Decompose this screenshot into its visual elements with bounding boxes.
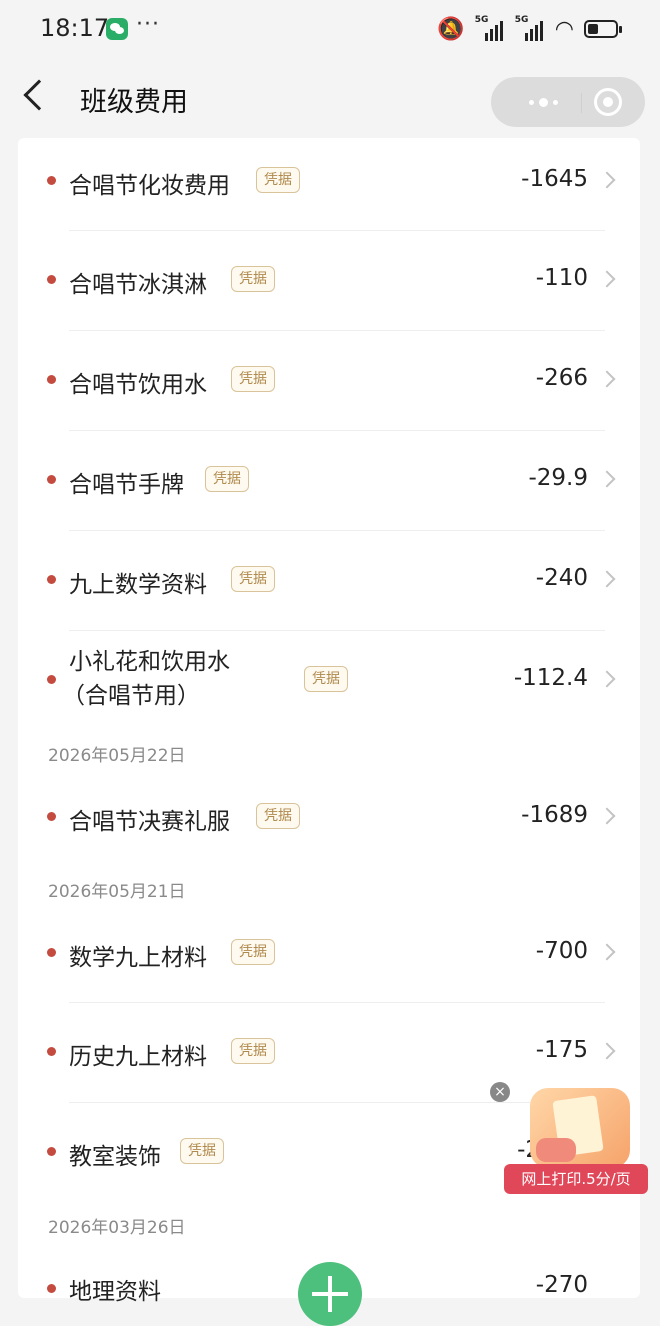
expense-item[interactable]: 合唱节饮用水 凭据 -266 [18, 331, 640, 430]
expense-name-line1: 小礼花和饮用水 [69, 649, 230, 675]
expense-item[interactable]: 九上数学资料 凭据 -240 [18, 531, 640, 630]
receipt-tag[interactable]: 凭据 [231, 366, 275, 392]
expense-name: 合唱节手牌 [69, 472, 184, 498]
expense-amount: -270 [535, 1272, 588, 1298]
capsule-divider [581, 93, 582, 113]
print-ad-banner[interactable]: × 网上打印.5分/页 [490, 1082, 648, 1202]
receipt-tag[interactable]: 凭据 [304, 666, 348, 692]
receipt-tag[interactable]: 凭据 [256, 803, 300, 829]
date-header: 2026年03月26日 [48, 1218, 186, 1238]
signal-icon-2: 5G [515, 15, 545, 41]
bullet-dot [47, 1284, 56, 1293]
bullet-dot [47, 375, 56, 384]
status-bar: 18:17 ··· 🔕 5G 5G ◠ [0, 0, 660, 60]
expense-item[interactable]: 小礼花和饮用水 （合唱节用） 凭据 -112.4 [18, 631, 640, 731]
bullet-dot [47, 948, 56, 957]
back-icon[interactable] [23, 79, 55, 111]
chevron-right-icon [598, 1042, 616, 1060]
expense-name: 九上数学资料 [69, 572, 207, 598]
date-header: 2026年05月22日 [48, 746, 186, 766]
expense-amount: -266 [535, 365, 588, 391]
bullet-dot [47, 275, 56, 284]
capsule-menu-icon[interactable] [513, 77, 573, 127]
expense-name: 合唱节饮用水 [69, 372, 207, 398]
expense-amount: -1645 [521, 166, 588, 192]
print-ad-image [530, 1088, 630, 1168]
expense-item[interactable]: 合唱节手牌 凭据 -29.9 [18, 431, 640, 530]
chevron-right-icon [598, 470, 616, 488]
receipt-tag[interactable]: 凭据 [180, 1138, 224, 1164]
miniprogram-capsule [491, 77, 645, 127]
receipt-tag[interactable]: 凭据 [231, 566, 275, 592]
bullet-dot [47, 1147, 56, 1156]
expense-amount: -112.4 [513, 665, 588, 691]
chevron-right-icon [598, 570, 616, 588]
receipt-tag[interactable]: 凭据 [231, 266, 275, 292]
expense-amount: -110 [535, 265, 588, 291]
battery-icon [584, 20, 622, 38]
receipt-tag[interactable]: 凭据 [231, 1038, 275, 1064]
expense-name: 合唱节决赛礼服 [69, 809, 230, 835]
expense-item[interactable]: 合唱节决赛礼服 凭据 -1689 [18, 778, 640, 862]
nav-bar: 班级费用 [0, 60, 660, 138]
bullet-dot [47, 575, 56, 584]
signal-icon: 5G [475, 15, 505, 41]
expense-name: 教室装饰 [69, 1144, 161, 1170]
expense-item[interactable]: 数学九上材料 凭据 -700 [18, 914, 640, 1002]
add-expense-button[interactable] [298, 1262, 362, 1326]
chevron-right-icon [598, 943, 616, 961]
wifi-icon: ◠ [554, 16, 574, 42]
receipt-tag[interactable]: 凭据 [256, 167, 300, 193]
chevron-right-icon [598, 171, 616, 189]
expense-amount: -700 [535, 938, 588, 964]
receipt-tag[interactable]: 凭据 [205, 466, 249, 492]
bullet-dot [47, 1047, 56, 1056]
chevron-right-icon [598, 807, 616, 825]
page-title: 班级费用 [80, 87, 188, 118]
chevron-right-icon [598, 370, 616, 388]
mute-icon: 🔕 [437, 16, 465, 42]
expense-amount: -29.9 [528, 465, 588, 491]
bullet-dot [47, 176, 56, 185]
chevron-right-icon [598, 270, 616, 288]
chevron-right-icon [598, 670, 616, 688]
wechat-icon [106, 18, 128, 40]
date-header: 2026年05月21日 [48, 882, 186, 902]
expense-name: 合唱节化妆费用 [69, 173, 230, 199]
capsule-close-icon[interactable] [594, 88, 622, 116]
expense-name: 地理资料 [69, 1279, 161, 1305]
ad-close-icon[interactable]: × [490, 1082, 510, 1102]
expense-amount: -175 [535, 1037, 588, 1063]
expense-item[interactable]: 合唱节化妆费用 凭据 -1645 [18, 138, 640, 230]
bullet-dot [47, 812, 56, 821]
expense-amount: -240 [535, 565, 588, 591]
expense-item[interactable]: 合唱节冰淇淋 凭据 -110 [18, 231, 640, 330]
bullet-dot [47, 475, 56, 484]
receipt-tag[interactable]: 凭据 [231, 939, 275, 965]
expense-name: 数学九上材料 [69, 945, 207, 971]
expense-amount: -1689 [521, 802, 588, 828]
expense-name-line2: （合唱节用） [62, 683, 200, 709]
more-notifications-icon: ··· [136, 12, 160, 37]
expense-name: 历史九上材料 [69, 1044, 207, 1070]
bullet-dot [47, 675, 56, 684]
expense-name: 合唱节冰淇淋 [69, 272, 207, 298]
print-ad-label: 网上打印.5分/页 [504, 1164, 648, 1194]
status-time: 18:17 [40, 14, 110, 42]
